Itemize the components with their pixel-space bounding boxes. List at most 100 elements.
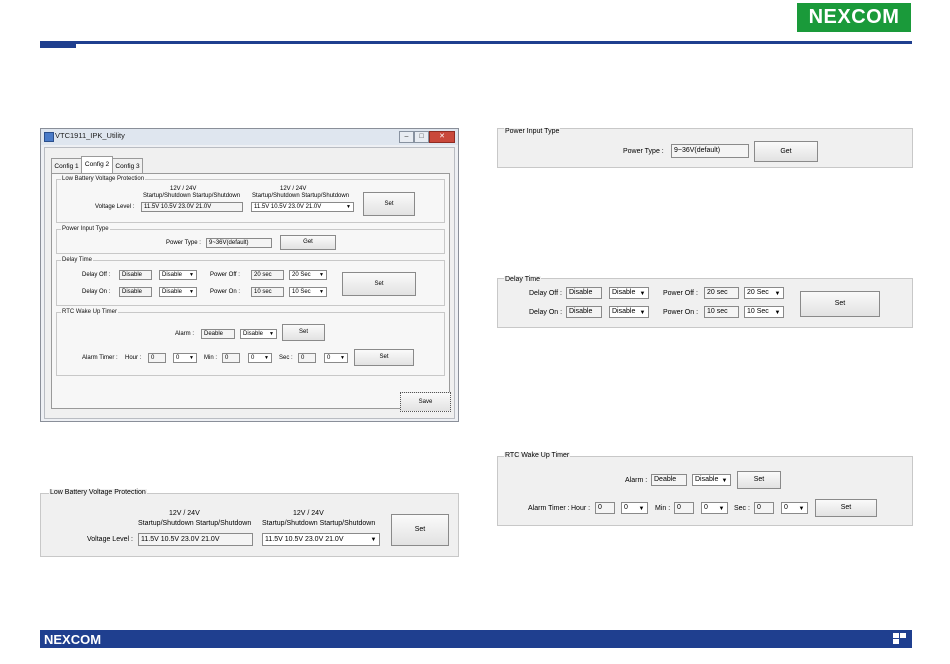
delay-on-value: Disable: [119, 287, 152, 297]
save-button[interactable]: Save: [400, 392, 451, 412]
rtc-zoom-alarm-set-button[interactable]: Set: [737, 471, 781, 489]
sec-label: Sec :: [279, 355, 293, 361]
header-rule-accent: [40, 41, 76, 48]
tab-config-3[interactable]: Config 3: [112, 158, 143, 174]
chevron-down-icon: ▼: [269, 331, 274, 337]
min-value: 0: [222, 353, 240, 363]
chevron-down-icon: ▼: [639, 291, 646, 297]
lbvp-col2-header: 12V / 24V: [280, 186, 307, 192]
nexcom-logo: NEXCOM: [797, 3, 911, 32]
page-corner-icon: [893, 633, 907, 645]
hour-value: 0: [148, 353, 166, 363]
power-type-value: 9~36V(default): [206, 238, 272, 248]
lbvp-zoom-col2-header: 12V / 24V: [293, 510, 324, 517]
power-off-select[interactable]: 20 Sec ▼: [289, 270, 327, 280]
delay-zoom-legend: Delay Time: [504, 276, 542, 283]
delay-zoom-poweron-label: Power On :: [663, 309, 699, 316]
chevron-down-icon: ▼: [798, 506, 805, 512]
power-input-zoom-panel: Power Input Type Power Type : 9~36V(defa…: [497, 128, 913, 168]
delay-zoom-poweroff-value: 20 sec: [704, 287, 739, 299]
tab-config-1[interactable]: Config 1: [51, 158, 82, 174]
rtc-zoom-alarm-label: Alarm :: [625, 477, 648, 484]
lbvp-zoom-set-button[interactable]: Set: [391, 514, 449, 546]
power-input-zoom-legend: Power Input Type: [504, 128, 561, 135]
delay-set-button[interactable]: Set: [342, 272, 416, 296]
title-bar: VTC1911_IPK_Utility – □ ✕: [41, 129, 458, 145]
chevron-down-icon: ▼: [639, 310, 646, 316]
power-input-zoom-type-value: 9~36V(default): [671, 144, 749, 158]
delay-zoom-set-button[interactable]: Set: [800, 291, 880, 317]
delay-zoom-panel: Delay Time Delay Off : Disable Disable ▼ …: [497, 276, 913, 328]
rtc-legend: RTC Wake Up Timer: [62, 309, 118, 315]
delay-zoom-on-select[interactable]: Disable ▼: [609, 306, 649, 318]
voltage-level-value: 11.5V 10.5V 23.0V 21.0V: [141, 202, 243, 212]
rtc-zoom-alarm-select[interactable]: Disable ▼: [692, 474, 731, 486]
power-on-select[interactable]: 10 Sec ▼: [289, 287, 327, 297]
power-type-get-button[interactable]: Get: [280, 235, 336, 250]
delay-zoom-off-label: Delay Off :: [529, 290, 562, 297]
power-input-zoom-type-label: Power Type :: [623, 148, 664, 155]
lbvp-set-button[interactable]: Set: [363, 192, 415, 216]
power-input-legend: Power Input Type: [62, 226, 109, 232]
delay-zoom-off-select[interactable]: Disable ▼: [609, 287, 649, 299]
chevron-down-icon: ▼: [319, 272, 324, 278]
chevron-down-icon: ▼: [264, 355, 269, 361]
footer-logo: NEXCOM: [44, 632, 102, 647]
rtc-zoom-sec-label: Sec :: [734, 505, 750, 512]
delay-zoom-poweroff-select[interactable]: 20 Sec ▼: [744, 287, 784, 299]
lbvp-col1-header: 12V / 24V: [170, 186, 197, 192]
tab-page: Low Battery Voltage Protection 12V / 24V…: [51, 173, 450, 409]
sec-select[interactable]: 0 ▼: [324, 353, 348, 363]
rtc-zoom-hour-label: Hour :: [571, 505, 591, 512]
voltage-level-select[interactable]: 11.5V 10.5V 23.0V 21.0V ▼: [251, 202, 354, 212]
chevron-down-icon: ▼: [319, 289, 324, 295]
lbvp-zoom-col2-sub: Startup/Shutdown Startup/Shutdown: [262, 520, 376, 527]
chevron-down-icon: ▼: [774, 310, 781, 316]
rtc-zoom-sec-select[interactable]: 0 ▼: [781, 502, 808, 514]
lbvp-col1-sub: Startup/Shutdown Startup/Shutdown: [143, 193, 241, 199]
rtc-zoom-legend: RTC Wake Up Timer: [504, 452, 571, 459]
lbvp-zoom-voltage-select[interactable]: 11.5V 10.5V 23.0V 21.0V ▼: [262, 533, 380, 546]
footer-bar: [40, 630, 912, 648]
delay-off-select[interactable]: Disable ▼: [159, 270, 197, 280]
rtc-zoom-timer-label: Alarm Timer :: [528, 505, 570, 512]
alarm-label: Alarm :: [175, 331, 195, 337]
power-input-zoom-get-button[interactable]: Get: [754, 141, 818, 162]
chevron-down-icon: ▼: [718, 506, 725, 512]
tab-config-2[interactable]: Config 2: [81, 156, 113, 174]
voltage-level-label: Voltage Level :: [95, 204, 135, 210]
delay-zoom-poweron-select[interactable]: 10 Sec ▼: [744, 306, 784, 318]
close-icon[interactable]: ✕: [429, 131, 455, 143]
hour-select[interactable]: 0 ▼: [173, 353, 197, 363]
lbvp-legend: Low Battery Voltage Protection: [62, 176, 145, 182]
sec-value: 0: [298, 353, 316, 363]
rtc-zoom-hour-select[interactable]: 0 ▼: [621, 502, 648, 514]
rtc-zoom-timer-set-button[interactable]: Set: [815, 499, 877, 517]
alarm-timer-label: Alarm Timer :: [82, 355, 118, 361]
delay-zoom-on-value: Disable: [566, 306, 602, 318]
chevron-down-icon: ▼: [189, 289, 194, 295]
hour-label: Hour :: [125, 355, 142, 361]
chevron-down-icon: ▼: [346, 204, 351, 210]
lbvp-zoom-col1-sub: Startup/Shutdown Startup/Shutdown: [138, 520, 252, 527]
min-select[interactable]: 0 ▼: [248, 353, 272, 363]
alarm-select[interactable]: Disable ▼: [240, 329, 277, 339]
rtc-zoom-min-select[interactable]: 0 ▼: [701, 502, 728, 514]
rtc-zoom-min-label: Min :: [655, 505, 671, 512]
maximize-icon[interactable]: □: [414, 131, 429, 143]
power-off-value: 20 sec: [251, 270, 284, 280]
alarm-set-button[interactable]: Set: [282, 324, 325, 341]
lbvp-zoom-col1-header: 12V / 24V: [169, 510, 200, 517]
chevron-down-icon: ▼: [721, 478, 728, 484]
min-label: Min :: [204, 355, 218, 361]
rtc-zoom-min-value: 0: [674, 502, 694, 514]
delay-on-select[interactable]: Disable ▼: [159, 287, 197, 297]
timer-set-button[interactable]: Set: [354, 349, 414, 366]
delay-off-value: Disable: [119, 270, 152, 280]
chevron-down-icon: ▼: [189, 272, 194, 278]
window-client: Config 1 Config 2 Config 3 Low Battery V…: [44, 147, 455, 419]
minimize-icon[interactable]: –: [399, 131, 414, 143]
lbvp-col2-sub: Startup/Shutdown Startup/Shutdown: [252, 193, 350, 199]
chevron-down-icon: ▼: [370, 537, 377, 543]
app-icon: [44, 132, 54, 142]
